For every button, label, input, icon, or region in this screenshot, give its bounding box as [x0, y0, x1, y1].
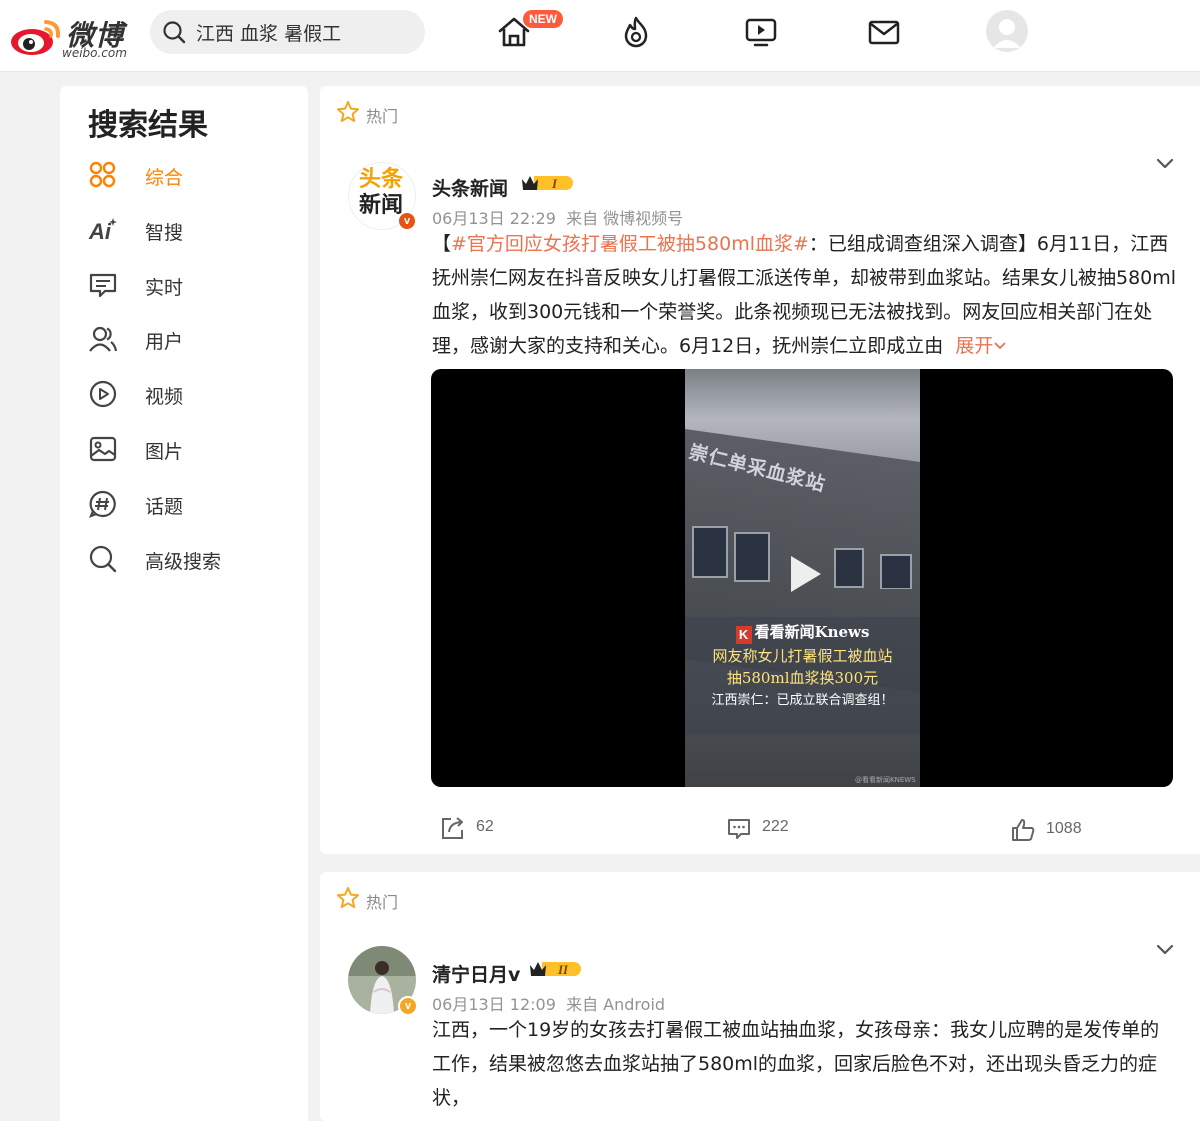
hot-tag-label: 热门	[366, 107, 399, 126]
sidebar-item-label: 综合	[145, 167, 184, 189]
hashtag-link[interactable]: #官方回应女孩打暑假工被抽580ml血浆#	[451, 233, 809, 255]
star-icon	[337, 101, 359, 122]
video-caption-line: 江西崇仁：已成立联合调查组！	[711, 693, 894, 708]
post-source: 来自 Android	[566, 995, 666, 1014]
user-silhouette-icon	[993, 19, 1021, 48]
author-name[interactable]: 清宁日月v	[432, 960, 520, 987]
search-icon[interactable]	[162, 20, 186, 44]
hot-tag-label: 热门	[366, 893, 399, 912]
sidebar-item-label: 图片	[145, 441, 184, 463]
sidebar-item-label: 用户	[145, 331, 184, 353]
play-button-icon[interactable]	[781, 552, 825, 596]
comment-icon	[728, 819, 750, 839]
post-meta: 06月13日 22:29 来自 微博视频号	[432, 205, 683, 229]
sidebar-title: 搜索结果	[88, 108, 208, 143]
hashtag-icon	[89, 490, 116, 518]
post-text: 江西，一个19岁的女孩去打暑假工被血站抽血浆，女孩母亲：我女儿应聘的是发传单的工…	[432, 1019, 1160, 1109]
post-actions: 62 222 1088	[320, 811, 1200, 847]
repost-icon	[442, 817, 463, 839]
post-time[interactable]: 06月13日 12:09	[432, 995, 556, 1014]
search-sidebar: 搜索结果 综合 Ai 智搜 实时 用户 视频 图片 话题 高级搜索	[60, 86, 308, 1121]
search-icon	[89, 545, 117, 573]
like-count: 1088	[1046, 820, 1082, 837]
crown-level-badge-icon[interactable]: I	[520, 172, 574, 194]
svg-text:I: I	[551, 176, 558, 191]
verified-badge: v	[398, 996, 418, 1016]
sidebar-item-realtime[interactable]: 实时	[88, 268, 288, 304]
image-icon	[89, 436, 117, 462]
sidebar-item-label: 智搜	[145, 222, 184, 244]
video-screen-icon[interactable]	[743, 14, 779, 50]
verified-badge: v	[397, 211, 417, 231]
sidebar-item-topics[interactable]: 话题	[88, 487, 288, 523]
video-frame: 崇仁单采血浆站 K 看看新闻Knews 网友称女儿打暑假工被血站 抽580ml血浆…	[685, 369, 920, 787]
avatar-logo-text: 头条 新闻	[359, 167, 404, 218]
sidebar-item-advanced-search[interactable]: 高级搜索	[88, 542, 288, 578]
author-avatar[interactable]: v	[348, 946, 418, 1016]
video-caption-line: 抽580ml血浆换300元	[726, 669, 879, 687]
svg-text:Ai: Ai	[88, 219, 112, 244]
svg-text:II: II	[557, 962, 569, 977]
users-icon	[89, 326, 118, 352]
star-icon	[337, 887, 359, 908]
message-icon	[89, 273, 117, 298]
chevron-down-icon[interactable]	[1154, 938, 1176, 960]
sidebar-item-video[interactable]: 视频	[88, 377, 288, 413]
sidebar-item-label: 高级搜索	[145, 551, 222, 573]
crown-level-badge-icon[interactable]: II	[528, 958, 582, 980]
search-input[interactable]	[196, 18, 411, 46]
comment-count: 222	[762, 818, 789, 835]
video-watermark: @看看新闻KNEWS	[855, 776, 916, 784]
play-circle-icon	[89, 380, 117, 408]
post-time[interactable]: 06月13日 22:29	[432, 209, 556, 228]
post-card: 热门 头条 新闻 v 头条新闻 I 06月13日 22:29 来自 微博视频号 …	[320, 86, 1200, 854]
repost-count: 62	[476, 818, 494, 835]
search-box[interactable]	[150, 10, 425, 54]
thumbs-up-icon	[1012, 819, 1035, 841]
video-caption-line: 网友称女儿打暑假工被血站	[712, 647, 893, 665]
video-player[interactable]: 崇仁单采血浆站 K 看看新闻Knews 网友称女儿打暑假工被血站 抽580ml血浆…	[431, 369, 1173, 787]
expand-link[interactable]: 展开	[955, 335, 1007, 357]
sidebar-item-label: 实时	[145, 277, 184, 299]
user-avatar[interactable]	[986, 10, 1028, 52]
top-bar: 微博 weibo.com NEW	[0, 0, 1200, 72]
weibo-eye-icon	[11, 20, 61, 55]
sidebar-item-comprehensive[interactable]: 综合	[88, 158, 288, 194]
hot-flame-icon[interactable]	[618, 14, 654, 50]
sidebar-item-label: 话题	[145, 496, 184, 518]
weibo-logo[interactable]: 微博 weibo.com	[10, 10, 140, 60]
author-name[interactable]: 头条新闻	[432, 174, 508, 201]
sidebar-item-images[interactable]: 图片	[88, 432, 288, 468]
sidebar-item-ai-search[interactable]: Ai 智搜	[88, 213, 288, 249]
chevron-down-icon[interactable]	[1154, 152, 1176, 174]
video-brand: K 看看新闻Knews	[685, 621, 920, 644]
post-text: 【#官方回应女孩打暑假工被抽580ml血浆#：已组成调查组深入调查】6月11日，…	[432, 233, 1177, 357]
post-meta: 06月13日 12:09 来自 Android	[432, 991, 665, 1015]
sidebar-item-users[interactable]: 用户	[88, 322, 288, 358]
mail-icon[interactable]	[866, 14, 902, 50]
author-avatar[interactable]: 头条 新闻 v	[348, 162, 417, 231]
expand-chevron-icon	[994, 342, 1007, 350]
sidebar-item-label: 视频	[145, 386, 184, 408]
logo-subtitle: weibo.com	[62, 46, 127, 60]
post-card: 热门 v 清宁日月v II 06月13日 12:09 来自 Android 江西…	[320, 872, 1200, 1121]
post-source: 来自 微博视频号	[566, 209, 684, 228]
ai-icon: Ai	[88, 218, 117, 244]
grid-icon	[89, 161, 116, 188]
new-badge: NEW	[523, 10, 563, 28]
